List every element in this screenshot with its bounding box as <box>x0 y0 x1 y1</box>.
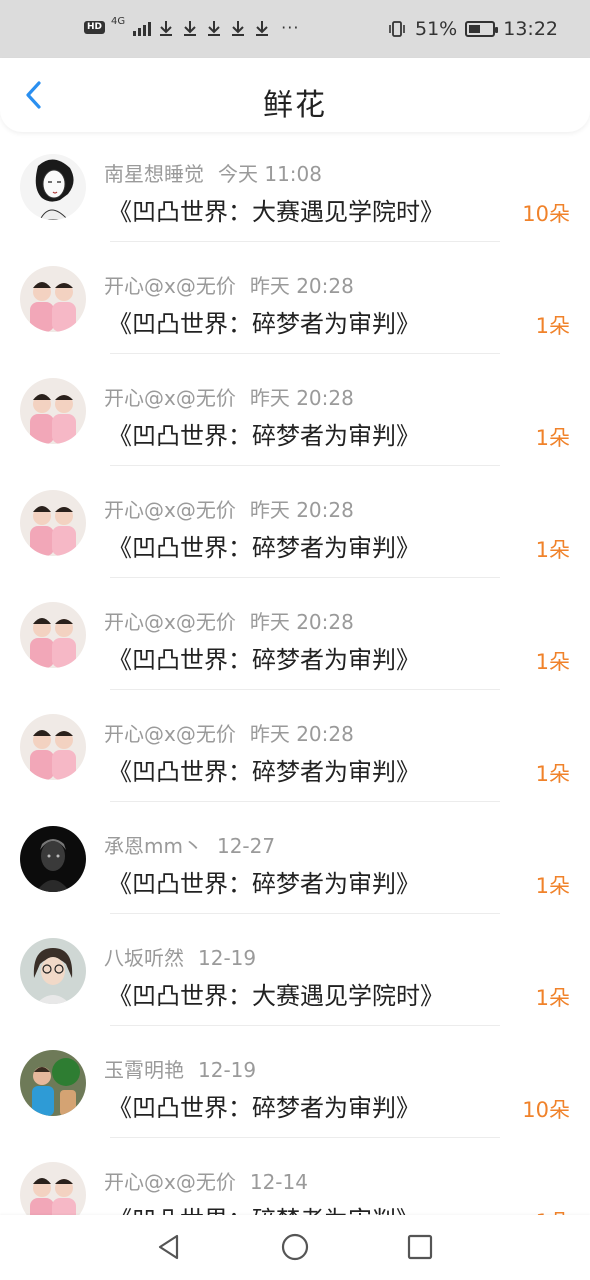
user-avatar[interactable] <box>20 602 86 668</box>
nav-recents-button[interactable] <box>404 1231 436 1263</box>
timestamp: 昨天 20:28 <box>249 722 354 746</box>
user-avatar[interactable] <box>20 378 86 444</box>
item-meta: 南星想睡觉 今天 11:08 <box>104 158 322 187</box>
flower-list-item[interactable]: 八坂听然 12-19 《凹凸世界：大赛遇见学院时》 1朵 <box>0 914 590 1026</box>
book-title[interactable]: 《凹凸世界：碎梦者为审判》 <box>108 416 420 451</box>
username[interactable]: 开心@x@无价 <box>104 386 236 410</box>
user-avatar[interactable] <box>20 1050 86 1116</box>
download-icon <box>160 20 173 36</box>
book-title[interactable]: 《凹凸世界：碎梦者为审判》 <box>108 640 420 675</box>
page-title: 鲜花 <box>263 88 327 123</box>
timestamp: 12-27 <box>216 834 276 858</box>
username[interactable]: 玉霄明艳 <box>104 1058 184 1082</box>
flower-list-item[interactable]: 南星想睡觉 今天 11:08 《凹凸世界：大赛遇见学院时》 10朵 <box>0 130 590 242</box>
flower-count: 1朵 <box>535 650 570 674</box>
username[interactable]: 八坂听然 <box>104 946 184 970</box>
flower-count: 1朵 <box>535 426 570 450</box>
flower-list-item[interactable]: 开心@x@无价 昨天 20:28 《凹凸世界：碎梦者为审判》 1朵 <box>0 354 590 466</box>
flower-list-item[interactable]: 开心@x@无价 昨天 20:28 《凹凸世界：碎梦者为审判》 1朵 <box>0 242 590 354</box>
item-meta: 承恩mm丶 12-27 <box>104 830 275 859</box>
item-meta: 玉霄明艳 12-19 <box>104 1054 256 1083</box>
username[interactable]: 开心@x@无价 <box>104 722 236 746</box>
nav-home-button[interactable] <box>279 1231 311 1263</box>
download-icon <box>232 20 245 36</box>
flower-list: 南星想睡觉 今天 11:08 《凹凸世界：大赛遇见学院时》 10朵 开心@x@无价 昨天 … <box>0 130 590 1215</box>
vibrate-icon <box>389 21 405 37</box>
timestamp: 昨天 20:28 <box>249 610 354 634</box>
flower-count: 1朵 <box>535 314 570 338</box>
item-meta: 开心@x@无价 昨天 20:28 <box>104 382 354 411</box>
flower-list-item[interactable]: 开心@x@无价 昨天 20:28 《凹凸世界：碎梦者为审判》 1朵 <box>0 690 590 802</box>
book-title[interactable]: 《凹凸世界：大赛遇见学院时》 <box>108 976 444 1011</box>
timestamp: 昨天 20:28 <box>249 386 354 410</box>
user-avatar[interactable] <box>20 826 86 892</box>
flower-count: 10朵 <box>522 202 570 226</box>
user-avatar[interactable] <box>20 266 86 332</box>
timestamp: 今天 11:08 <box>218 162 322 186</box>
flower-count: 1朵 <box>535 762 570 786</box>
timestamp: 昨天 20:28 <box>249 498 354 522</box>
book-title[interactable]: 《凹凸世界：碎梦者为审判》 <box>108 1088 420 1123</box>
timestamp: 12-14 <box>249 1170 308 1194</box>
network-type: 4G <box>111 15 126 27</box>
item-meta: 八坂听然 12-19 <box>104 942 256 971</box>
timestamp: 12-19 <box>198 946 257 970</box>
flower-list-item[interactable]: 开心@x@无价 昨天 20:28 《凹凸世界：碎梦者为审判》 1朵 <box>0 578 590 690</box>
more-notifications-icon: ··· <box>281 18 300 37</box>
item-meta: 开心@x@无价 昨天 20:28 <box>104 494 354 523</box>
battery-percent: 51% <box>415 18 458 40</box>
book-title[interactable]: 《凹凸世界：碎梦者为审判》 <box>108 864 420 899</box>
flower-list-item[interactable]: 玉霄明艳 12-19 《凹凸世界：碎梦者为审判》 10朵 <box>0 1026 590 1138</box>
flower-list-item[interactable]: 开心@x@无价 昨天 20:28 《凹凸世界：碎梦者为审判》 1朵 <box>0 466 590 578</box>
book-title[interactable]: 《凹凸世界：大赛遇见学院时》 <box>108 192 444 227</box>
flower-count: 1朵 <box>535 986 570 1010</box>
battery-icon <box>465 21 499 37</box>
user-avatar[interactable] <box>20 154 86 220</box>
username[interactable]: 开心@x@无价 <box>104 498 236 522</box>
flower-count: 10朵 <box>522 1098 570 1122</box>
navigation-bar <box>0 1215 590 1280</box>
book-title[interactable]: 《凹凸世界：碎梦者为审判》 <box>108 752 420 787</box>
flower-count: 1朵 <box>535 538 570 562</box>
timestamp: 昨天 20:28 <box>249 274 354 298</box>
download-icon <box>208 20 221 36</box>
user-avatar[interactable] <box>20 1162 86 1215</box>
download-icon <box>184 20 197 36</box>
clock: 13:22 <box>503 18 558 40</box>
username[interactable]: 开心@x@无价 <box>104 1170 236 1194</box>
book-title[interactable]: 《凹凸世界：碎梦者为审判》 <box>108 528 420 563</box>
flower-list-item[interactable]: 承恩mm丶 12-27 《凹凸世界：碎梦者为审判》 1朵 <box>0 802 590 914</box>
username[interactable]: 开心@x@无价 <box>104 274 236 298</box>
download-icon <box>256 20 269 36</box>
header: 鲜花 <box>0 58 590 132</box>
username[interactable]: 承恩mm丶 <box>104 834 203 858</box>
hd-icon: HD <box>84 21 106 34</box>
flower-count: 1朵 <box>536 1206 570 1215</box>
status-right: 51% 13:22 <box>387 18 558 40</box>
item-meta: 开心@x@无价 昨天 20:28 <box>104 718 354 747</box>
flower-list-item[interactable]: 开心@x@无价 12-14 《凹凸世界：碎梦者为审判》 1朵 <box>0 1138 590 1215</box>
username[interactable]: 南星想睡觉 <box>104 162 204 186</box>
item-meta: 开心@x@无价 昨天 20:28 <box>104 270 354 299</box>
timestamp: 12-19 <box>198 1058 257 1082</box>
user-avatar[interactable] <box>20 490 86 556</box>
status-bar: HD 4G ··· 51% 13:22 <box>0 0 590 58</box>
user-avatar[interactable] <box>20 714 86 780</box>
book-title[interactable]: 《凹凸世界：碎梦者为审判》 <box>108 1200 420 1215</box>
status-left: HD 4G ··· <box>84 15 300 37</box>
user-avatar[interactable] <box>20 938 86 1004</box>
item-meta: 开心@x@无价 12-14 <box>104 1166 308 1195</box>
flower-count: 1朵 <box>535 874 570 898</box>
signal-icon <box>133 20 152 36</box>
username[interactable]: 开心@x@无价 <box>104 610 236 634</box>
item-meta: 开心@x@无价 昨天 20:28 <box>104 606 354 635</box>
book-title[interactable]: 《凹凸世界：碎梦者为审判》 <box>108 304 420 339</box>
nav-back-button[interactable] <box>153 1231 185 1263</box>
